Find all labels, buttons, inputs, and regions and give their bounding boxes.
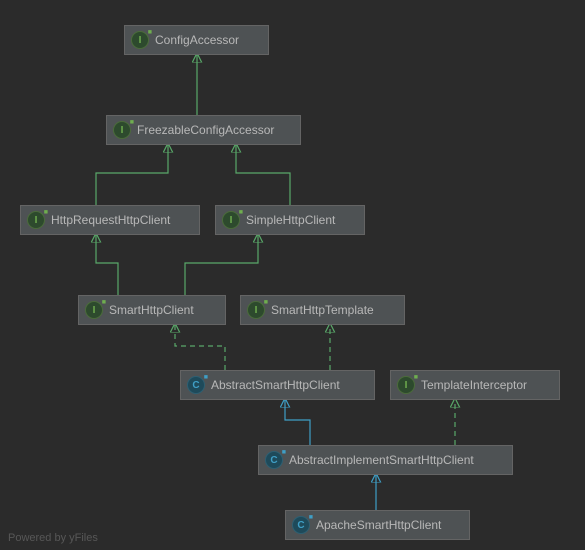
class-icon: C■ [265,451,283,469]
node-label: AbstractSmartHttpClient [211,378,340,392]
node-freezableConfigAccessor[interactable]: I■ FreezableConfigAccessor [106,115,301,145]
footer-credit: Powered by yFiles [8,532,98,544]
node-simpleHttpClient[interactable]: I■ SimpleHttpClient [215,205,365,235]
node-apacheSmartHttpClient[interactable]: C■ ApacheSmartHttpClient [285,510,470,540]
interface-icon: I■ [397,376,415,394]
edge-smartHttpClient-to-httpRequestHttpClient [96,233,118,295]
interface-icon: I■ [222,211,240,229]
node-label: TemplateInterceptor [421,378,527,392]
class-icon: C■ [187,376,205,394]
node-templateInterceptor[interactable]: I■ TemplateInterceptor [390,370,560,400]
node-smartHttpClient[interactable]: I■ SmartHttpClient [78,295,226,325]
edge-httpRequestHttpClient-to-freezableConfigAccessor [96,143,168,205]
interface-icon: I■ [131,31,149,49]
node-httpRequestHttpClient[interactable]: I■ HttpRequestHttpClient [20,205,200,235]
node-label: HttpRequestHttpClient [51,213,170,227]
edge-abstractSmartHttpClient-to-smartHttpClient [175,323,225,370]
edge-simpleHttpClient-to-freezableConfigAccessor [236,143,290,205]
node-label: SmartHttpClient [109,303,194,317]
node-configAccessor[interactable]: I■ ConfigAccessor [124,25,269,55]
node-label: ConfigAccessor [155,33,239,47]
interface-icon: I■ [247,301,265,319]
interface-icon: I■ [85,301,103,319]
node-smartHttpTemplate[interactable]: I■ SmartHttpTemplate [240,295,405,325]
interface-icon: I■ [27,211,45,229]
edge-smartHttpClient-to-simpleHttpClient [185,233,258,295]
diagram-canvas: I■ ConfigAccessor I■ FreezableConfigAccesso… [0,0,585,550]
edge-abstractImplSmart-to-abstractSmartHttpClient [285,398,310,445]
node-abstractImplSmart[interactable]: C■ AbstractImplementSmartHttpClient [258,445,513,475]
node-label: FreezableConfigAccessor [137,123,274,137]
node-abstractSmartHttpClient[interactable]: C■ AbstractSmartHttpClient [180,370,375,400]
interface-icon: I■ [113,121,131,139]
node-label: ApacheSmartHttpClient [316,518,441,532]
node-label: AbstractImplementSmartHttpClient [289,453,474,467]
class-icon: C■ [292,516,310,534]
node-label: SimpleHttpClient [246,213,335,227]
node-label: SmartHttpTemplate [271,303,374,317]
